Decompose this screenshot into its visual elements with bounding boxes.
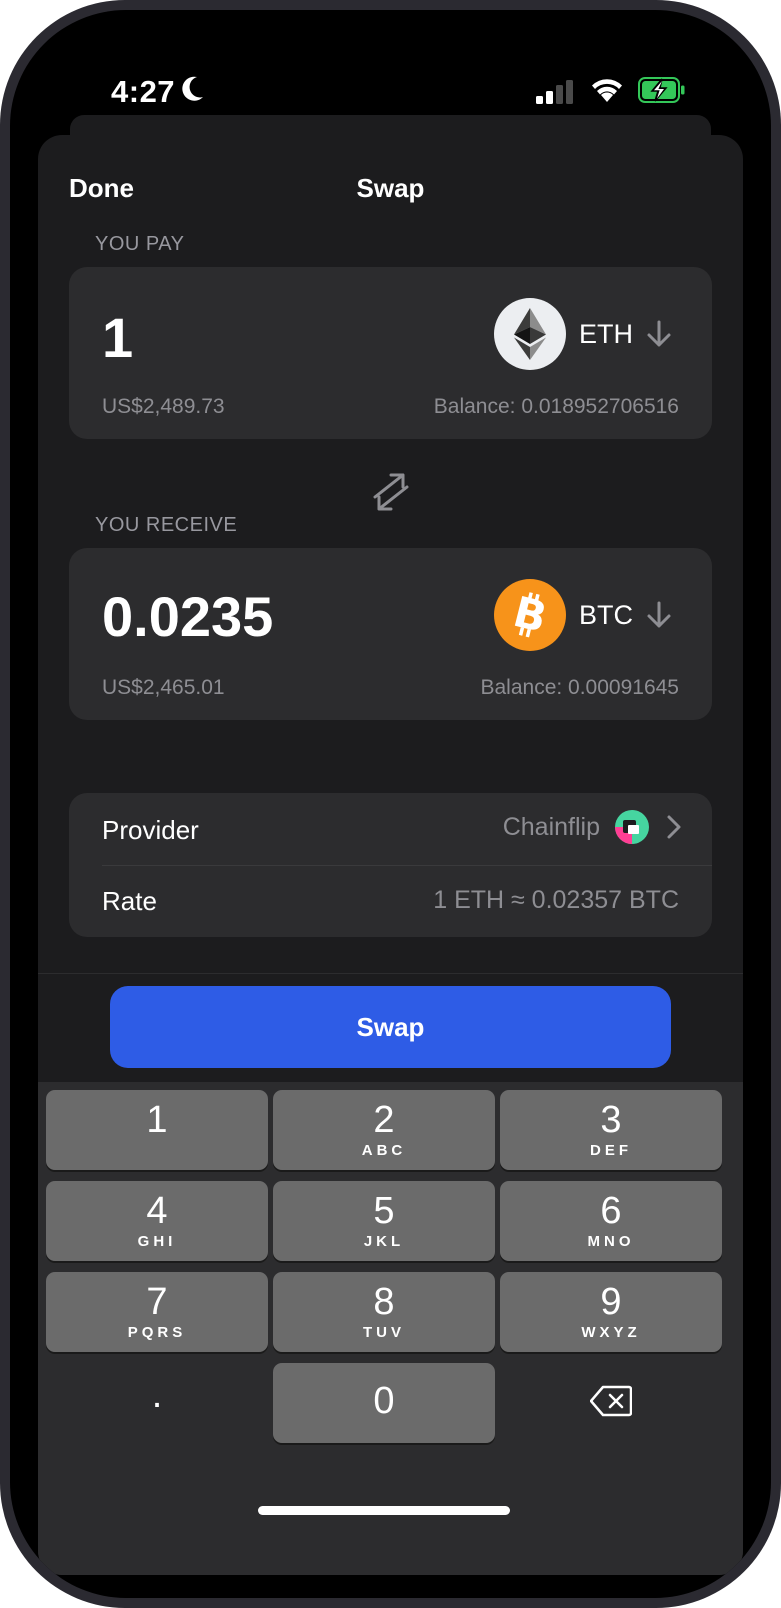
key-6[interactable]: 6 MNO [500,1181,722,1261]
moon-icon [182,76,203,101]
wifi-icon [592,79,622,102]
provider-selector[interactable]: Chainflip [503,809,682,845]
swap-direction-icon[interactable] [371,471,411,513]
page-title: Swap [356,173,425,203]
receive-token-selector[interactable]: B BTC [494,579,673,651]
key-digit: 5 [373,1190,395,1232]
pay-token-symbol: ETH [579,318,633,349]
pay-amount-input[interactable]: 1 [102,305,133,370]
key-3[interactable]: 3 DEF [500,1090,722,1170]
key-letters: PQRS [127,1324,187,1341]
key-letters: JKL [363,1233,405,1250]
swap-button[interactable]: Swap [110,986,671,1068]
pay-card: 1 ETH US$2,489.73 Balance: 0.01895270651… [69,267,712,439]
details-divider [102,865,712,866]
delete-backspace-icon [589,1385,633,1417]
key-letters: GHI [137,1233,177,1250]
key-1[interactable]: 1 [46,1090,268,1170]
provider-label: Provider [102,815,199,845]
arrow-down-icon [647,320,671,347]
chevron-right-icon [667,815,681,839]
pay-fiat-value: US$2,489.73 [102,395,225,418]
rate-value: 1 ETH ≈ 0.02357 BTC [433,886,679,914]
screen: 4:27 Done Swap YOU PAY 1 ETH US$2,489.73… [10,10,771,1598]
chainflip-logo-icon [615,810,649,844]
receive-card: 0.0235 B BTC US$2,465.01 Balance: 0.0009… [69,548,712,720]
cellular-signal-icon [536,80,573,104]
receive-fiat-value: US$2,465.01 [102,676,225,699]
key-digit: 3 [600,1099,622,1141]
swap-sheet: Done Swap YOU PAY 1 ETH US$2,489.73 Bala… [38,135,743,1575]
pay-balance: Balance: 0.018952706516 [433,395,679,418]
btc-icon: B [494,579,566,651]
key-letters: MNO [587,1233,635,1250]
key-letters: ABC [361,1142,407,1159]
key-0[interactable]: 0 [273,1363,495,1443]
key-digit: 7 [146,1281,168,1323]
key-digit: 1 [146,1099,168,1141]
home-indicator[interactable] [258,1506,510,1515]
phone-frame: 4:27 Done Swap YOU PAY 1 ETH US$2,489.73… [0,0,781,1608]
pay-token-selector[interactable]: ETH [494,298,673,370]
key-digit: 4 [146,1190,168,1232]
key-digit: 8 [373,1281,395,1323]
key-4[interactable]: 4 GHI [46,1181,268,1261]
key-digit: 9 [600,1281,622,1323]
status-bar: 4:27 [10,10,771,120]
bottom-divider [38,973,743,974]
battery-charging-icon [638,77,685,103]
key-digit: 0 [373,1380,395,1422]
key-5[interactable]: 5 JKL [273,1181,495,1261]
numeric-keypad: 1 2 ABC 3 DEF 4 GHI 5 JKL 6 MNO 7 PQRS 8… [38,1082,743,1575]
key-letters: WXYZ [581,1324,641,1341]
status-time: 4:27 [111,74,176,109]
receive-balance: Balance: 0.00091645 [480,676,679,699]
key-delete[interactable] [500,1363,722,1443]
key-decimal-label: . [151,1374,163,1416]
receive-token-symbol: BTC [579,599,633,630]
provider-value: Chainflip [502,812,600,841]
key-9[interactable]: 9 WXYZ [500,1272,722,1352]
arrow-down-icon [647,601,671,628]
you-pay-label: YOU PAY [95,233,185,255]
swap-details: Provider Chainflip Rate 1 ETH ≈ 0.02357 … [69,793,712,937]
receive-amount: 0.0235 [102,585,274,648]
key-digit: 2 [373,1099,395,1141]
key-7[interactable]: 7 PQRS [46,1272,268,1352]
rate-label: Rate [102,886,157,916]
you-receive-label: YOU RECEIVE [95,514,238,536]
key-letters: DEF [590,1142,632,1159]
key-letters: TUV [363,1324,405,1341]
key-decimal[interactable]: . [46,1363,268,1443]
eth-icon [494,298,566,370]
key-8[interactable]: 8 TUV [273,1272,495,1352]
key-digit: 6 [600,1190,622,1232]
key-2[interactable]: 2 ABC [273,1090,495,1170]
